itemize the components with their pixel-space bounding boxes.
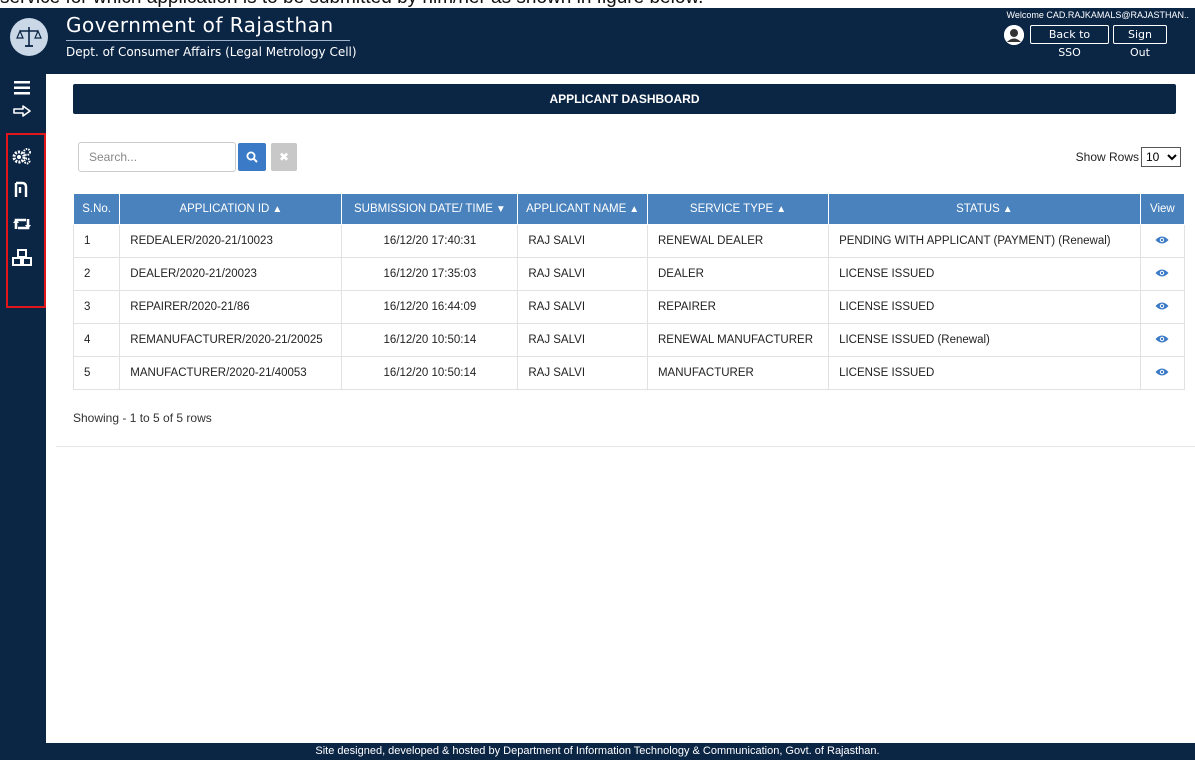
eye-icon[interactable] [1155,367,1169,380]
sort-icon: ▲︎ [1002,204,1013,215]
table-row: 1 REDEALER/2020-21/10023 16/12/20 17:40:… [72,224,1186,258]
eye-icon[interactable] [1155,235,1169,248]
sort-icon: ▲︎ [272,204,283,215]
eye-icon[interactable] [1155,334,1169,347]
sort-icon: ▲︎ [776,204,787,215]
eye-icon[interactable] [1155,268,1169,281]
close-icon: ✖ [278,150,290,164]
cell-status: LICENSE ISSUED [828,356,1141,390]
cell-view [1139,257,1186,291]
cell-submission-date: 16/12/20 10:50:14 [341,323,519,357]
eye-icon[interactable] [1155,301,1169,314]
cell-submission-date: 16/12/20 17:40:31 [341,224,519,258]
cell-application-id: REPAIRER/2020-21/86 [119,290,343,324]
col-header-applicant-name[interactable]: APPLICANT NAME ▲︎ [517,193,648,225]
sign-out-button[interactable]: Sign Out [1113,25,1167,59]
col-header-status[interactable]: STATUS ▲︎ [828,193,1141,225]
table-row: 2 DEALER/2020-21/20023 16/12/20 17:35:03… [72,257,1186,291]
cell-view [1139,323,1186,357]
site-title: Government of Rajasthan [66,13,334,37]
col-header-submission-date[interactable]: SUBMISSION DATE/ TIME ▼ [341,193,519,225]
table-header-row: S.No. APPLICATION ID ▲︎ SUBMISSION DATE/ … [72,193,1186,225]
cell-status: LICENSE ISSUED [828,290,1141,324]
title-divider [66,40,350,41]
cell-submission-date: 16/12/20 17:35:03 [341,257,519,291]
search-input[interactable] [78,142,236,172]
rupee-icon[interactable] [12,180,32,200]
applications-table: S.No. APPLICATION ID ▲︎ SUBMISSION DATE/ … [72,193,1186,390]
cell-service-type: REPAIRER [646,290,830,324]
cubes-icon[interactable] [12,248,32,268]
cell-view [1139,224,1186,258]
cell-status: PENDING WITH APPLICANT (PAYMENT) (Renewa… [828,224,1141,258]
cell-sno: 5 [72,356,121,390]
search-button[interactable] [238,143,266,171]
rows-per-page-select[interactable]: 10 [1141,147,1181,167]
cell-service-type: MANUFACTURER [646,356,830,390]
dashboard-title: APPLICANT DASHBOARD [73,84,1176,114]
gears-icon[interactable] [12,146,32,166]
site-footer: Site designed, developed & hosted by Dep… [0,743,1195,760]
cell-service-type: DEALER [646,257,830,291]
document-text: service for which application is to be s… [0,0,703,8]
show-rows-label: Show Rows [1075,150,1139,164]
cell-sno: 2 [72,257,121,291]
cell-applicant-name: RAJ SALVI [517,356,648,390]
sidebar [0,74,46,743]
cell-applicant-name: RAJ SALVI [517,323,648,357]
document-text-strip: service for which application is to be s… [0,0,1195,8]
app-header: Government of Rajasthan Dept. of Consume… [0,8,1195,74]
cell-application-id: MANUFACTURER/2020-21/40053 [119,356,343,390]
cell-sno: 3 [72,290,121,324]
scales-logo-icon [10,18,48,56]
sort-desc-icon: ▼ [495,204,506,215]
cell-status: LICENSE ISSUED (Renewal) [828,323,1141,357]
cell-application-id: REMANUFACTURER/2020-21/20025 [119,323,343,357]
cell-view [1139,356,1186,390]
cell-applicant-name: RAJ SALVI [517,224,648,258]
cell-submission-date: 16/12/20 16:44:09 [341,290,519,324]
cell-application-id: DEALER/2020-21/20023 [119,257,343,291]
cell-service-type: RENEWAL DEALER [646,224,830,258]
cell-service-type: RENEWAL MANUFACTURER [646,323,830,357]
cell-application-id: REDEALER/2020-21/10023 [119,224,343,258]
cell-sno: 1 [72,224,121,258]
col-header-view: View [1139,193,1186,225]
cell-applicant-name: RAJ SALVI [517,257,648,291]
cell-sno: 4 [72,323,121,357]
col-header-sno: S.No. [72,193,121,225]
hand-pointer-icon[interactable] [12,100,32,120]
user-avatar-icon[interactable] [1004,25,1024,45]
table-row: 4 REMANUFACTURER/2020-21/20025 16/12/20 … [72,323,1186,357]
cell-submission-date: 16/12/20 10:50:14 [341,356,519,390]
col-header-service-type[interactable]: SERVICE TYPE ▲︎ [646,193,830,225]
sort-icon: ▲︎ [629,204,640,215]
cell-view [1139,290,1186,324]
cell-status: LICENSE ISSUED [828,257,1141,291]
retweet-icon[interactable] [12,214,32,234]
pagination-summary: Showing - 1 to 5 of 5 rows [73,411,212,425]
back-to-sso-button[interactable]: Back to SSO [1030,25,1109,59]
clear-search-button[interactable]: ✖ [271,143,297,171]
table-row: 3 REPAIRER/2020-21/86 16/12/20 16:44:09 … [72,290,1186,324]
main-panel: APPLICANT DASHBOARD ✖ Show Rows 10 S.No.… [56,74,1195,447]
cell-applicant-name: RAJ SALVI [517,290,648,324]
col-header-application-id[interactable]: APPLICATION ID ▲︎ [119,193,343,225]
hamburger-menu-icon[interactable] [12,78,32,98]
table-row: 5 MANUFACTURER/2020-21/40053 16/12/20 10… [72,356,1186,390]
site-subtitle: Dept. of Consumer Affairs (Legal Metrolo… [66,45,357,59]
welcome-text: Welcome CAD.RAJKAMALS@RAJASTHAN.. [1006,10,1189,20]
search-icon [246,151,258,163]
